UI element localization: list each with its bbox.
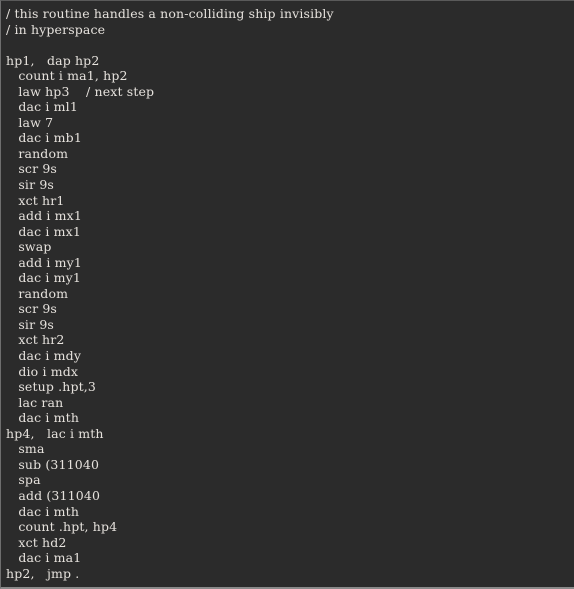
- code-line: dac i mdy: [6, 348, 82, 364]
- code-line: spa: [6, 472, 41, 488]
- code-line: / this routine handles a non-colliding s…: [6, 6, 334, 21]
- code-line: count i ma1, hp2: [6, 68, 128, 84]
- code-line: dio i mdx: [6, 363, 79, 379]
- code-line: dac i mth: [6, 410, 80, 426]
- code-line: dac i mth: [6, 503, 80, 519]
- code-line: xct hr2: [6, 332, 65, 348]
- code-line: hp1, dap hp2: [6, 52, 100, 68]
- code-line: add i my1: [6, 254, 82, 270]
- code-line: law hp3 / next step: [6, 83, 155, 99]
- code-line: scr 9s: [6, 301, 58, 317]
- code-line: law 7: [6, 114, 54, 130]
- code-line: add (311040: [6, 487, 101, 503]
- code-line: swap: [6, 239, 52, 255]
- code-line: sub (311040: [6, 456, 100, 472]
- code-line: dac i mb1: [6, 130, 82, 146]
- code-line: dac i my1: [6, 270, 81, 286]
- code-line: xct hd2: [6, 534, 67, 550]
- code-line: scr 9s: [6, 161, 58, 177]
- code-line: xct hr1: [6, 192, 65, 208]
- code-line: sma: [6, 441, 45, 457]
- code-line: hp2, jmp .: [6, 565, 80, 581]
- code-line: setup .hpt,3: [6, 379, 97, 395]
- code-line: count .hpt, hp4: [6, 519, 118, 535]
- code-listing: / this routine handles a non-colliding s…: [1, 6, 574, 581]
- code-line: hp4, lac i mth: [6, 425, 104, 441]
- code-viewer[interactable]: / this routine handles a non-colliding s…: [0, 0, 574, 589]
- code-line: sir 9s: [6, 177, 54, 193]
- code-line: add i mx1: [6, 208, 82, 224]
- code-line: sir 9s: [6, 316, 54, 332]
- code-line: dac i ml1: [6, 99, 78, 115]
- code-line: dac i mx1: [6, 223, 81, 239]
- code-line: / in hyperspace: [6, 21, 106, 37]
- code-line: random: [6, 145, 69, 161]
- code-line: dac i ma1: [6, 550, 82, 566]
- code-line: lac ran: [6, 394, 64, 410]
- code-line: random: [6, 285, 69, 301]
